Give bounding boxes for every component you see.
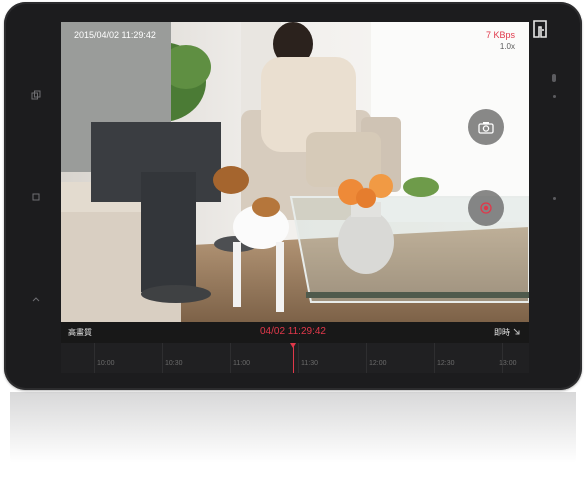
chevron-up-icon[interactable] [31, 294, 41, 307]
timeline-label: 10:30 [165, 360, 183, 367]
timeline-tick [94, 343, 95, 373]
device-reflection [10, 392, 576, 476]
live-button[interactable]: 即時 [494, 328, 510, 338]
sensor-dot [552, 74, 556, 82]
video-timestamp: 2015/04/02 11:29:42 [74, 30, 156, 40]
mi-logo-icon [533, 20, 547, 38]
camera-lens-dot [553, 197, 556, 200]
app-screen: 2015/04/02 11:29:42 7 KBps 1.0x 高畫質 04/0… [61, 22, 529, 373]
timeline-tick [502, 343, 503, 373]
timeline-label: 11:00 [233, 360, 250, 367]
copy-icon[interactable] [31, 90, 41, 103]
timeline-label: 12:30 [437, 360, 455, 367]
timeline-tick [298, 343, 299, 373]
playback-timeline[interactable]: 10:00 10:30 11:00 11:30 12:00 12:30 13:0… [61, 343, 529, 373]
camera-live-feed[interactable]: 2015/04/02 11:29:42 7 KBps 1.0x [61, 22, 529, 322]
square-icon[interactable] [31, 192, 41, 205]
timeline-label: 13:00 [499, 360, 517, 367]
snapshot-button[interactable] [468, 109, 504, 145]
timeline-playhead[interactable] [290, 343, 296, 373]
bitrate-label: 7 KBps [485, 30, 515, 40]
sensor-dot [553, 95, 556, 98]
timeline-label: 11:30 [301, 360, 318, 367]
quality-toggle[interactable]: 高畫質 [68, 328, 92, 338]
timeline-tick [162, 343, 163, 373]
record-icon [480, 202, 492, 214]
timeline-label: 12:00 [369, 360, 387, 367]
playback-speed-label[interactable]: 1.0x [500, 42, 515, 52]
timeline-tick [230, 343, 231, 373]
timeline-tick [366, 343, 367, 373]
record-button[interactable] [468, 190, 504, 226]
playback-control-bar: 高畫質 04/02 11:29:42 即時 [61, 322, 529, 343]
timeline-label: 10:00 [97, 360, 115, 367]
live-arrow-icon[interactable] [513, 328, 522, 337]
timeline-tick [434, 343, 435, 373]
current-time-label: 04/02 11:29:42 [260, 326, 326, 337]
camera-icon [478, 121, 494, 134]
playhead-marker-icon [290, 343, 296, 348]
